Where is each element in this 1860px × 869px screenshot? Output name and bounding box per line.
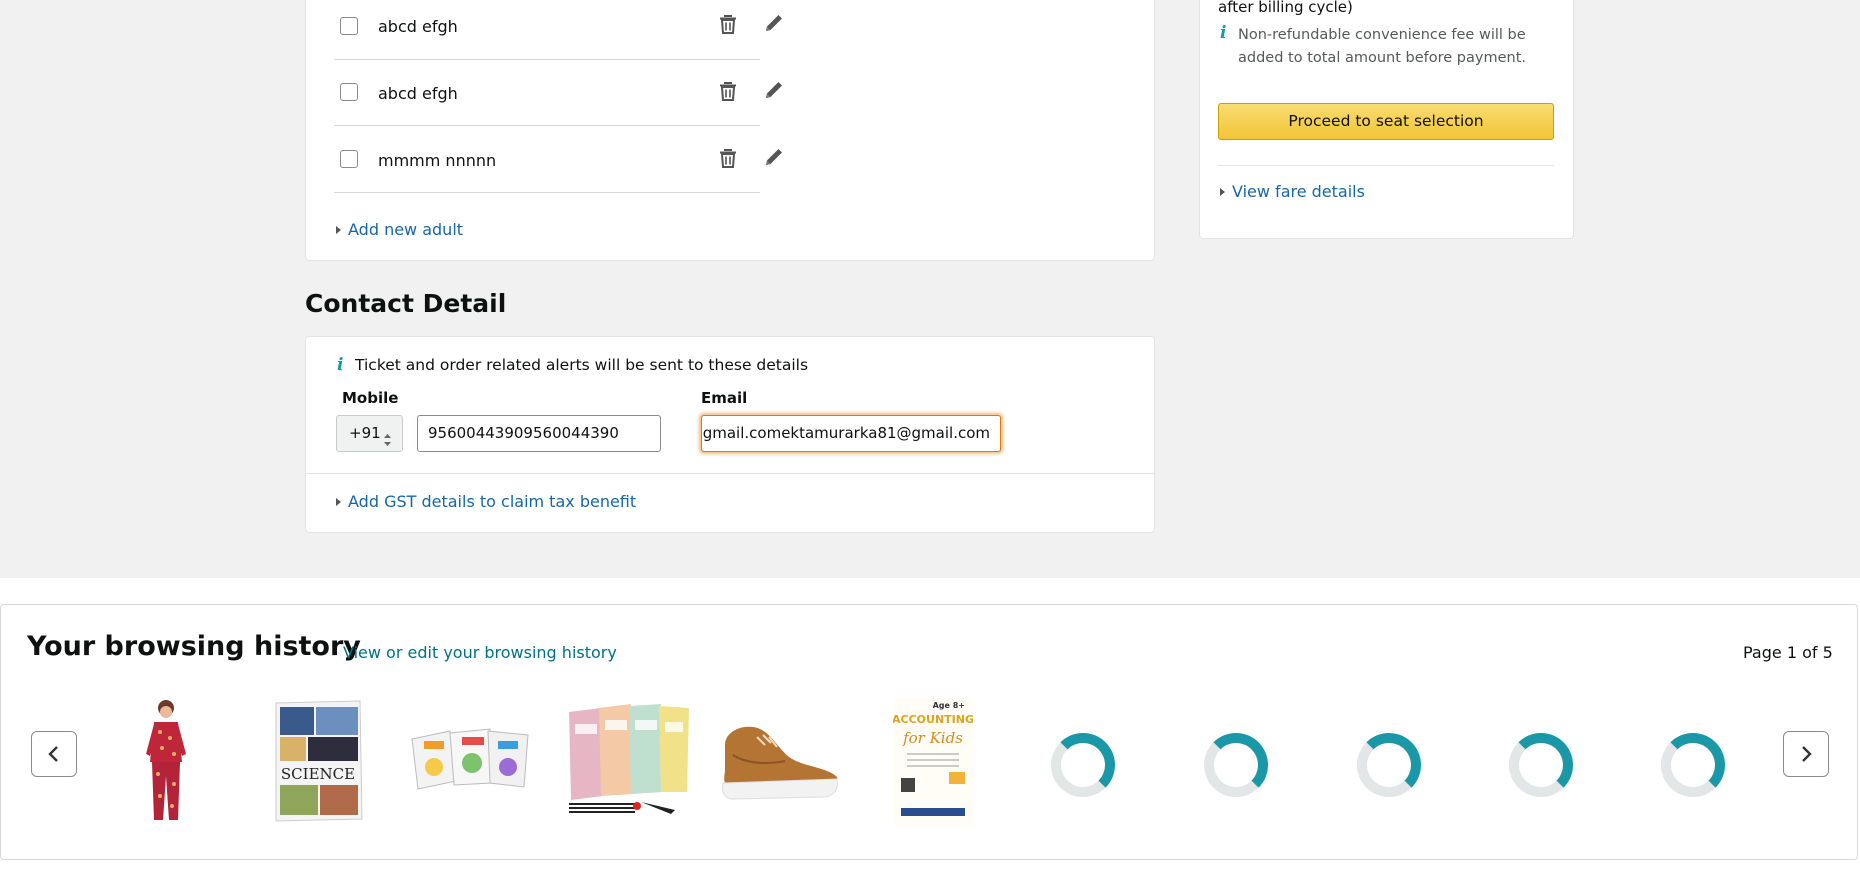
traveller-checkbox[interactable] — [340, 17, 358, 35]
svg-text:Age 8+: Age 8+ — [933, 701, 965, 710]
divider — [1218, 165, 1554, 166]
traveller-name: abcd efgh — [378, 84, 458, 103]
traveller-row: mmmm nnnnn — [334, 126, 782, 193]
fare-summary-card: after billing cycle) i Non-refundable co… — [1199, 0, 1574, 239]
edit-pencil-icon[interactable] — [762, 78, 786, 102]
caret-right-icon — [336, 497, 341, 506]
delete-icon[interactable] — [716, 146, 740, 170]
contact-detail-card: i Ticket and order related alerts will b… — [305, 336, 1155, 533]
chevron-left-icon — [48, 746, 58, 762]
activity-books-product[interactable] — [410, 725, 535, 793]
loading-spinner-icon — [1661, 733, 1725, 797]
traveller-checkbox[interactable] — [340, 83, 358, 101]
chevron-right-icon — [1802, 746, 1812, 762]
convenience-fee-note: Non-refundable convenience fee will be a… — [1238, 27, 1526, 66]
loading-spinner-icon — [1509, 733, 1573, 797]
svg-text:SCIENCE: SCIENCE — [281, 765, 355, 783]
science-book-product[interactable]: SCIENCE — [270, 697, 370, 825]
divider — [306, 473, 1154, 474]
svg-text:ACCOUNTING: ACCOUNTING — [893, 713, 973, 726]
contact-detail-heading: Contact Detail — [305, 289, 507, 318]
info-icon: i — [337, 355, 344, 375]
caret-right-icon — [336, 225, 341, 234]
country-code-select[interactable]: +91 — [336, 415, 403, 452]
loading-spinner-icon — [1051, 733, 1115, 797]
delete-icon[interactable] — [716, 79, 740, 103]
edit-pencil-icon[interactable] — [762, 11, 786, 35]
add-new-adult-link[interactable]: Add new adult — [336, 220, 463, 239]
proceed-to-seat-selection-button[interactable]: Proceed to seat selection — [1218, 103, 1554, 140]
svg-text:for Kids: for Kids — [902, 729, 963, 747]
contact-info-text: Ticket and order related alerts will be … — [355, 356, 809, 374]
info-icon: i — [1220, 23, 1227, 43]
page-indicator: Page 1 of 5 — [1743, 643, 1833, 662]
browsing-history-title: Your browsing history — [27, 631, 361, 662]
accounting-for-kids-book-product[interactable]: Age 8+ ACCOUNTING for Kids — [893, 698, 973, 826]
stepper-arrows-icon — [383, 426, 392, 446]
traveller-row: abcd efgh — [334, 59, 782, 126]
loading-spinner-icon — [1357, 733, 1421, 797]
carousel-next-button[interactable] — [1783, 731, 1829, 777]
add-gst-details-link[interactable]: Add GST details to claim tax benefit — [336, 492, 636, 511]
loading-spinner-icon — [1204, 733, 1268, 797]
billing-cycle-note: after billing cycle) — [1218, 0, 1353, 16]
traveller-name: abcd efgh — [378, 17, 458, 36]
traveller-checkbox[interactable] — [340, 150, 358, 168]
view-fare-details-link[interactable]: View fare details — [1220, 182, 1365, 201]
travellers-card: abcd efgh abcd efgh mmmm nnnnn Add new a… — [305, 0, 1155, 261]
view-edit-browsing-history-link[interactable]: View or edit your browsing history — [343, 643, 617, 662]
carousel-previous-button[interactable] — [31, 731, 77, 777]
edit-pencil-icon[interactable] — [762, 145, 786, 169]
email-input[interactable]: gmail.comektamurarka81@gmail.com — [701, 415, 1001, 452]
mobile-number-input[interactable]: 95600443909560044390 — [417, 415, 661, 452]
caret-right-icon — [1220, 187, 1225, 196]
traveller-name: mmmm nnnnn — [378, 151, 497, 170]
traveller-row: abcd efgh — [334, 0, 782, 60]
magic-books-set-product[interactable] — [565, 700, 691, 816]
brown-sneaker-product[interactable] — [715, 715, 843, 805]
mobile-label: Mobile — [342, 389, 399, 407]
delete-icon[interactable] — [716, 12, 740, 36]
pajama-set-product[interactable] — [102, 696, 230, 828]
email-label: Email — [701, 389, 748, 407]
